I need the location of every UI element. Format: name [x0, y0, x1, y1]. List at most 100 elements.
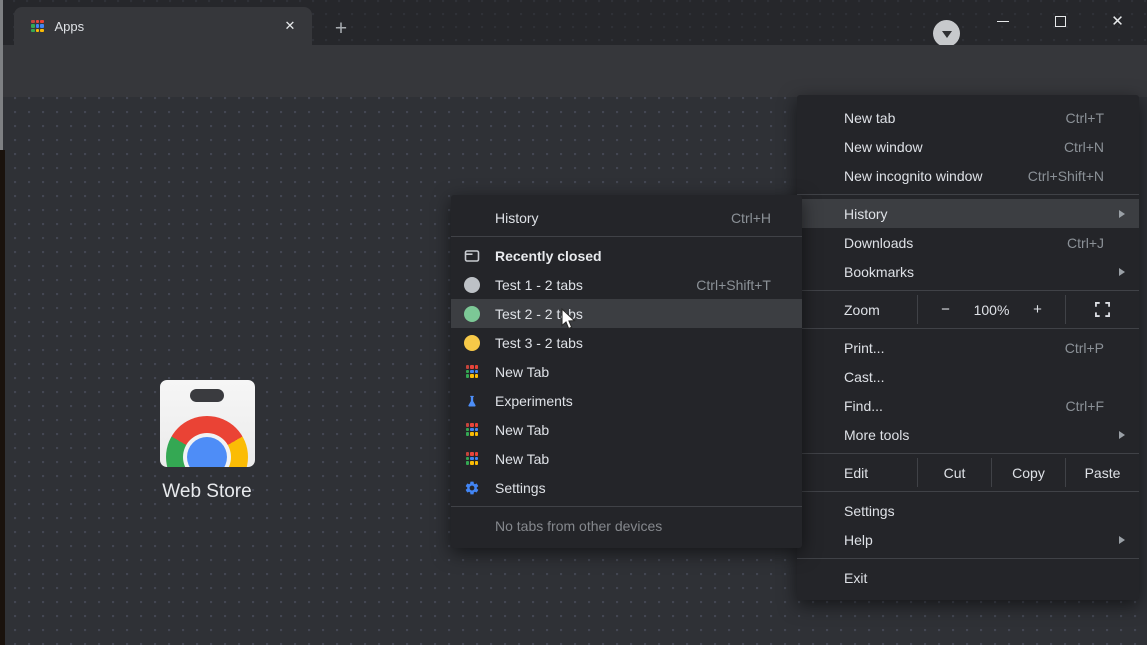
submenu-footer-label: No tabs from other devices — [495, 518, 662, 534]
submenu-item-experiments[interactable]: Experiments — [451, 386, 802, 415]
window-circle-green-icon — [464, 306, 480, 322]
menu-item-new-window[interactable]: New window Ctrl+N — [797, 132, 1139, 161]
menu-item-more-tools[interactable]: More tools — [797, 420, 1139, 449]
apps-grid-icon — [464, 364, 480, 380]
menu-separator — [797, 328, 1139, 329]
fullscreen-icon — [1095, 302, 1110, 317]
screen-edge-strip-top — [0, 0, 3, 150]
submenu-item-test2[interactable]: Test 2 - 2 tabs — [451, 299, 802, 328]
zoom-value: 100% — [968, 302, 1016, 318]
submenu-item-label: New Tab — [495, 451, 549, 467]
recently-closed-header: Recently closed — [451, 241, 802, 270]
submenu-item-shortcut: Ctrl+Shift+T — [696, 277, 787, 293]
menu-separator — [797, 558, 1139, 559]
browser-main-menu: New tab Ctrl+T New window Ctrl+N New inc… — [797, 95, 1139, 600]
menu-item-label: More tools — [844, 427, 909, 443]
menu-item-shortcut: Ctrl+N — [1064, 139, 1125, 155]
history-submenu: History Ctrl+H Recently closed Test 1 - … — [451, 195, 802, 548]
menu-item-shortcut: Ctrl+F — [1066, 398, 1126, 414]
maximize-button[interactable] — [1038, 6, 1083, 36]
gear-icon — [464, 480, 480, 496]
paste-button[interactable]: Paste — [1066, 465, 1139, 481]
tab-title: Apps — [55, 19, 281, 34]
submenu-item-new-tab-3[interactable]: New Tab — [451, 444, 802, 473]
submenu-arrow-icon — [1119, 536, 1125, 544]
copy-button[interactable]: Copy — [992, 465, 1065, 481]
browser-window: Apps ✕ + ✕ Chrom — [0, 0, 1147, 645]
submenu-item-history[interactable]: History Ctrl+H — [451, 203, 802, 232]
submenu-arrow-icon — [1119, 431, 1125, 439]
submenu-section-label: Recently closed — [495, 248, 602, 264]
menu-item-shortcut: Ctrl+T — [1066, 110, 1126, 126]
submenu-item-label: Test 1 - 2 tabs — [495, 277, 583, 293]
menu-item-label: History — [844, 206, 888, 222]
menu-item-settings[interactable]: Settings — [797, 496, 1139, 525]
menu-item-new-incognito-window[interactable]: New incognito window Ctrl+Shift+N — [797, 161, 1139, 190]
new-tab-button[interactable]: + — [328, 16, 354, 42]
fullscreen-button[interactable] — [1066, 302, 1139, 317]
submenu-item-new-tab-2[interactable]: New Tab — [451, 415, 802, 444]
submenu-item-new-tab-1[interactable]: New Tab — [451, 357, 802, 386]
close-icon: ✕ — [1111, 12, 1124, 30]
menu-item-exit[interactable]: Exit — [797, 563, 1139, 592]
tab-strip: Apps ✕ + ✕ — [0, 0, 1147, 45]
window-circle-yellow-icon — [464, 335, 480, 351]
chrome-logo-icon — [166, 416, 248, 467]
zoom-in-button[interactable]: + — [1025, 301, 1051, 318]
menu-item-label: Downloads — [844, 235, 913, 251]
minimize-button[interactable] — [980, 6, 1025, 36]
webstore-app-icon — [160, 380, 255, 467]
bag-handle-icon — [190, 389, 224, 402]
zoom-out-button[interactable]: − — [933, 301, 959, 318]
flask-icon — [464, 393, 480, 409]
menu-separator — [451, 236, 802, 237]
cut-button[interactable]: Cut — [918, 465, 991, 481]
edit-row: Edit Cut Copy Paste — [797, 458, 1139, 487]
apps-grid-icon — [464, 422, 480, 438]
mouse-cursor-icon — [560, 308, 578, 337]
edit-label: Edit — [797, 465, 917, 481]
zoom-controls: − 100% + — [918, 301, 1065, 318]
submenu-item-test1[interactable]: Test 1 - 2 tabs Ctrl+Shift+T — [451, 270, 802, 299]
menu-item-label: Exit — [844, 570, 867, 586]
tab-close-icon[interactable]: ✕ — [280, 16, 300, 36]
submenu-item-test3[interactable]: Test 3 - 2 tabs — [451, 328, 802, 357]
menu-item-find[interactable]: Find... Ctrl+F — [797, 391, 1139, 420]
menu-item-help[interactable]: Help — [797, 525, 1139, 554]
menu-item-new-tab[interactable]: New tab Ctrl+T — [797, 103, 1139, 132]
tab-restore-icon — [464, 248, 480, 264]
submenu-arrow-icon — [1119, 210, 1125, 218]
webstore-app-shortcut[interactable]: Web Store — [150, 380, 264, 503]
menu-item-label: Find... — [844, 398, 883, 414]
window-circle-gray-icon — [464, 277, 480, 293]
close-window-button[interactable]: ✕ — [1095, 6, 1140, 36]
submenu-item-settings[interactable]: Settings — [451, 473, 802, 502]
submenu-item-label: Experiments — [495, 393, 573, 409]
submenu-item-label: Settings — [495, 480, 546, 496]
menu-item-bookmarks[interactable]: Bookmarks — [797, 257, 1139, 286]
zoom-row: Zoom − 100% + — [797, 295, 1139, 324]
menu-item-downloads[interactable]: Downloads Ctrl+J — [797, 228, 1139, 257]
menu-separator — [797, 453, 1139, 454]
menu-separator — [797, 194, 1139, 195]
media-controls-button[interactable] — [933, 20, 960, 47]
menu-item-label: Help — [844, 532, 873, 548]
menu-separator — [451, 506, 802, 507]
menu-item-shortcut: Ctrl+Shift+N — [1028, 168, 1125, 184]
menu-item-cast[interactable]: Cast... — [797, 362, 1139, 391]
menu-item-label: New incognito window — [844, 168, 983, 184]
menu-item-print[interactable]: Print... Ctrl+P — [797, 333, 1139, 362]
screen-edge-strip-bottom — [0, 150, 5, 645]
menu-item-label: Print... — [844, 340, 884, 356]
tab-apps[interactable]: Apps ✕ — [14, 7, 312, 45]
submenu-item-label: New Tab — [495, 364, 549, 380]
maximize-icon — [1055, 16, 1066, 27]
menu-item-history[interactable]: History — [797, 199, 1139, 228]
apps-grid-icon — [464, 451, 480, 467]
apps-grid-favicon-icon — [31, 20, 44, 33]
webstore-app-label: Web Store — [150, 481, 264, 503]
browser-toolbar: Chrome | chrome:// apps ☆ UO ⋮ — [0, 45, 1147, 97]
menu-separator — [797, 290, 1139, 291]
menu-item-label: New window — [844, 139, 923, 155]
zoom-label: Zoom — [797, 302, 917, 318]
